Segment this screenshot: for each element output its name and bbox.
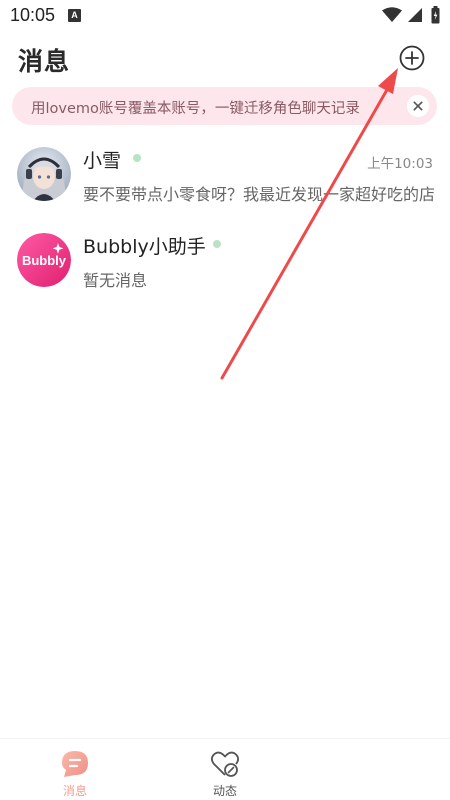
moments-icon xyxy=(210,751,240,777)
conversation-preview: 要不要带点小零食呀？我最近发现一家超好吃的店 xyxy=(83,185,436,204)
conversation-item-bubbly-assistant[interactable]: Bubbly Bubbly小助手 暂无消息 xyxy=(0,226,450,306)
close-icon[interactable] xyxy=(407,95,429,117)
conversation-time: 上午10:03 xyxy=(367,156,433,172)
online-status-dot xyxy=(213,240,221,248)
conversation-item-xiaoxue[interactable]: 小雪 上午10:03 要不要带点小零食呀？我最近发现一家超好吃的店 xyxy=(0,140,450,220)
online-status-dot xyxy=(133,154,141,162)
tab-label: 动态 xyxy=(212,784,237,798)
avatar-logo-text: Bubbly xyxy=(22,253,67,268)
page-title: 消息 xyxy=(18,47,71,76)
avatar xyxy=(17,147,71,201)
conversation-name: 小雪 xyxy=(83,150,122,172)
conversation-preview: 暂无消息 xyxy=(83,271,148,290)
status-time: 10:05 xyxy=(10,5,56,25)
conversation-name: Bubbly小助手 xyxy=(83,236,206,258)
migration-banner[interactable]: 用lovemo账号覆盖本账号，一键迁移角色聊天记录 xyxy=(12,87,437,125)
tab-moments[interactable]: 动态 xyxy=(150,739,300,800)
message-icon xyxy=(62,751,88,777)
wifi-icon xyxy=(382,7,402,22)
battery-icon xyxy=(431,6,440,24)
banner-text: 用lovemo账号覆盖本账号，一键迁移角色聊天记录 xyxy=(31,101,360,117)
bottom-nav: 消息 动态 xyxy=(0,738,450,800)
status-bar: 10:05 A xyxy=(0,0,450,32)
app-notification-icon: A xyxy=(68,9,81,22)
plus-circle-icon[interactable] xyxy=(398,44,426,72)
tab-messages[interactable]: 消息 xyxy=(0,739,150,800)
tab-label: 消息 xyxy=(62,784,87,798)
signal-icon xyxy=(408,8,422,22)
avatar: Bubbly xyxy=(17,233,71,287)
